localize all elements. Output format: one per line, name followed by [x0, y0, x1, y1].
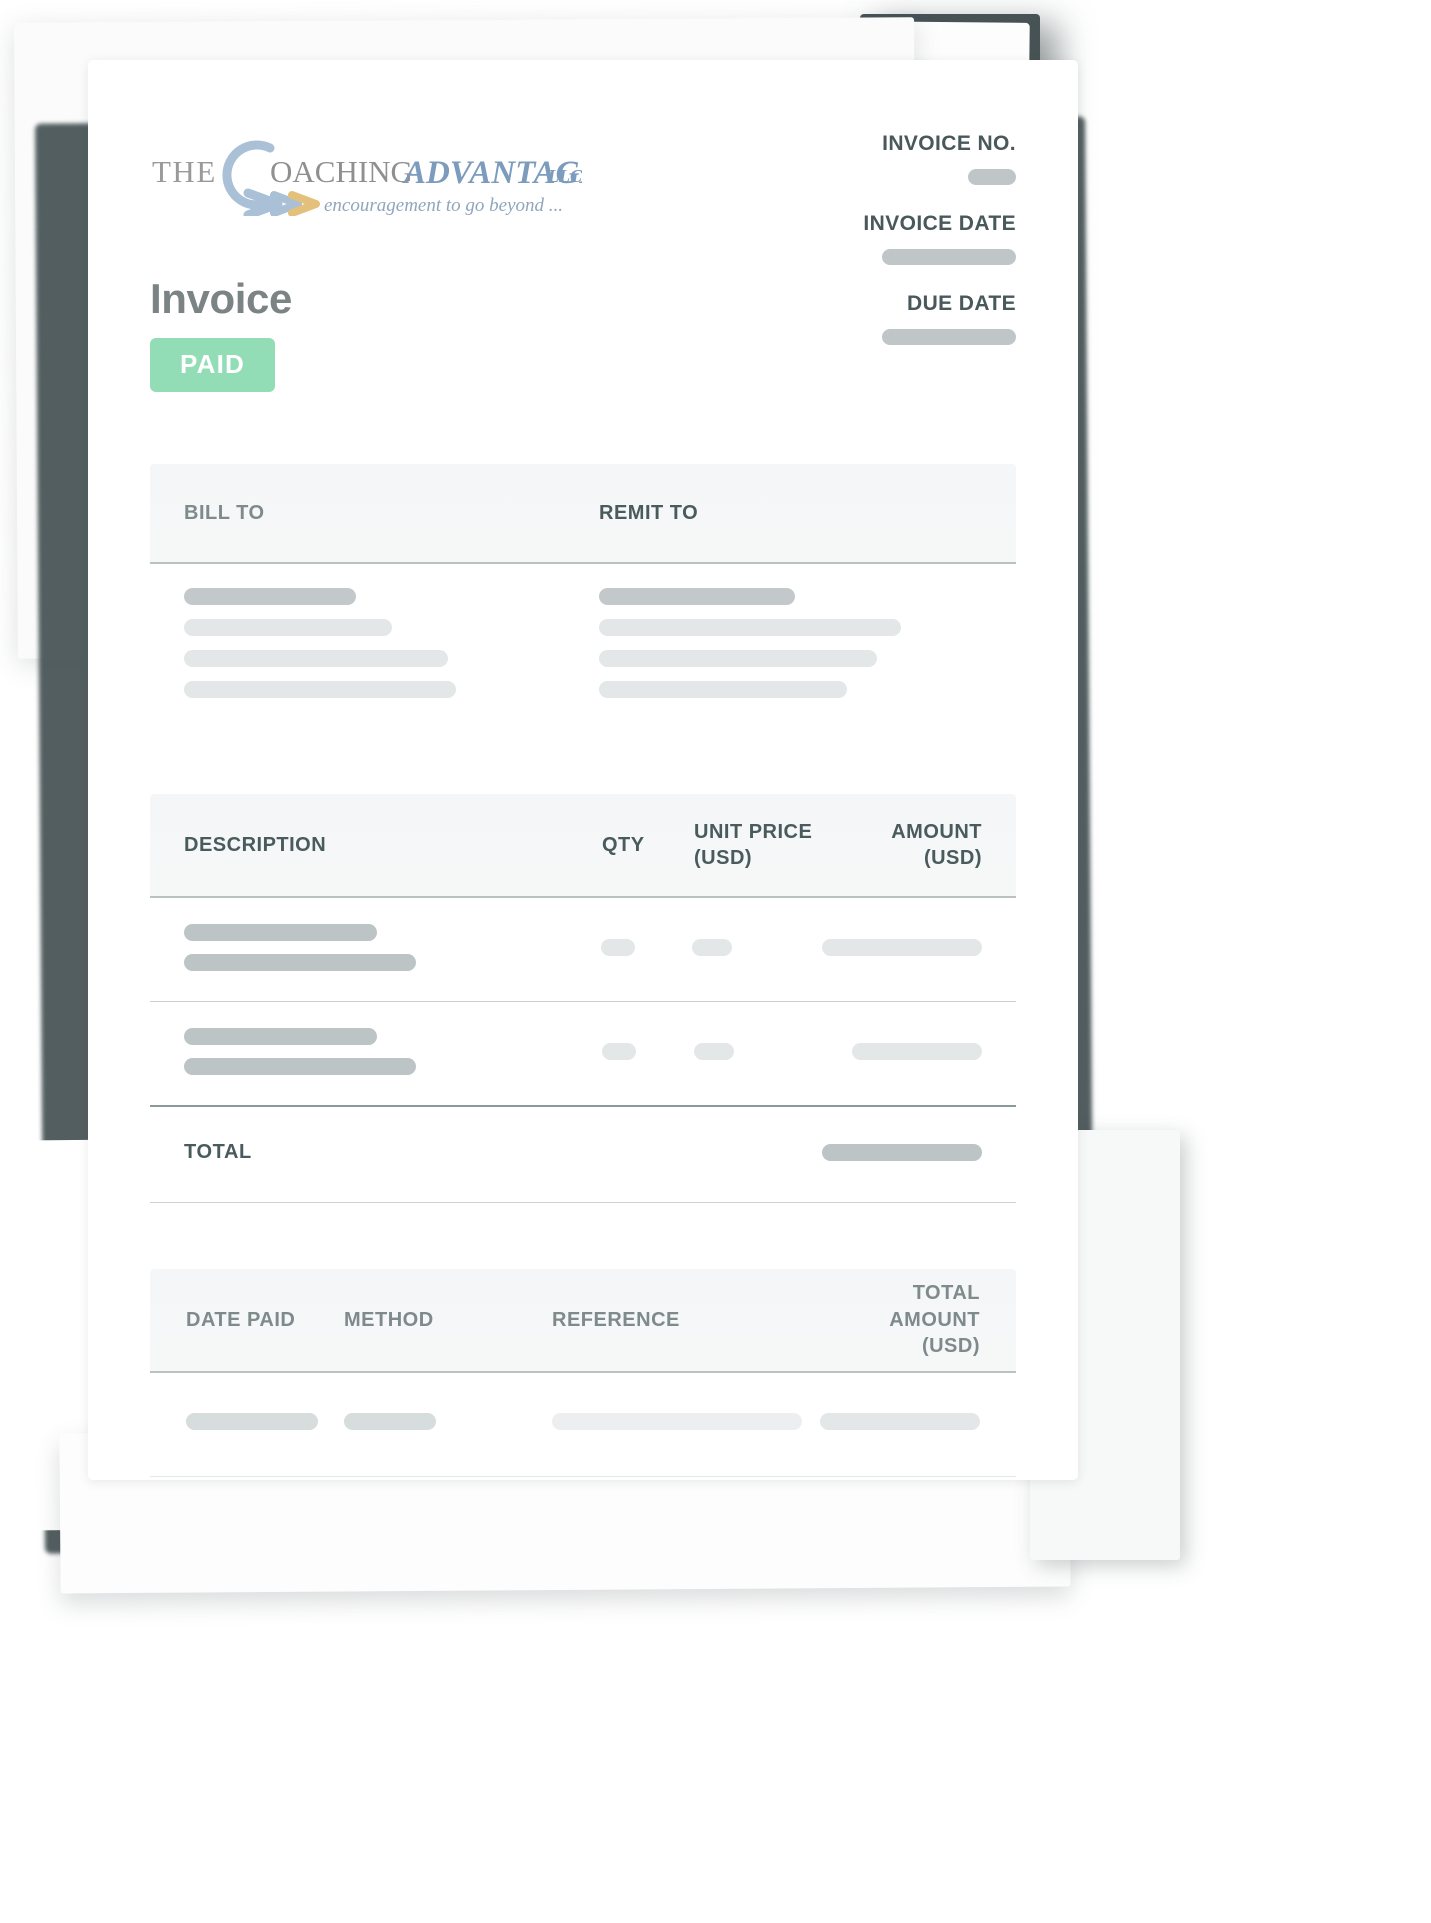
column-header-unit-price: UNIT PRICE (USD)	[694, 819, 824, 872]
invoice-header: THE OACHING ADVANTAGE LLC encouragement …	[150, 60, 1016, 346]
item-qty-placeholder	[600, 939, 693, 956]
invoice-no-value-placeholder	[968, 169, 1016, 186]
placeholder-bar	[602, 1043, 636, 1060]
invoice-stack-scene: THE OACHING ADVANTAGE LLC encouragement …	[0, 0, 1431, 1923]
payment-date-placeholder	[186, 1413, 344, 1430]
payment-method-placeholder	[344, 1413, 552, 1430]
invoice-document: THE OACHING ADVANTAGE LLC encouragement …	[88, 60, 1078, 1480]
page-title: Invoice	[150, 275, 292, 322]
bill-to-address-placeholder	[184, 588, 599, 712]
placeholder-bar	[184, 1058, 416, 1075]
placeholder-bar	[692, 939, 733, 956]
total-amount-text: TOTAL AMOUNT	[889, 1282, 980, 1331]
item-amount-placeholder	[822, 939, 982, 956]
placeholder-bar	[184, 924, 377, 941]
svg-text:OACHING: OACHING	[270, 154, 413, 189]
placeholder-bar	[599, 619, 901, 636]
unit-price-currency: (USD)	[694, 847, 753, 869]
item-description-placeholder	[184, 1028, 602, 1075]
invoice-no-label: INVOICE NO.	[882, 132, 1016, 155]
placeholder-bar	[184, 588, 356, 605]
item-amount-placeholder	[824, 1043, 982, 1060]
placeholder-bar	[599, 650, 877, 667]
placeholder-bar	[184, 954, 416, 971]
invoice-title-block: Invoice PAID	[150, 278, 1016, 392]
parties-header-band: BILL TO REMIT TO	[150, 464, 1016, 564]
total-label: TOTAL	[184, 1141, 252, 1163]
payment-total-placeholder	[820, 1413, 980, 1430]
column-header-total-amount: TOTAL AMOUNT (USD)	[820, 1280, 980, 1359]
total-row: TOTAL	[150, 1107, 1016, 1203]
placeholder-bar	[599, 588, 795, 605]
item-unit-price-placeholder	[694, 1043, 824, 1060]
placeholder-bar	[852, 1043, 982, 1060]
company-logo: THE OACHING ADVANTAGE LLC encouragement …	[152, 138, 582, 216]
bill-to-label: BILL TO	[184, 501, 265, 524]
column-header-amount: AMOUNT (USD)	[824, 819, 982, 872]
parties-body	[150, 564, 1016, 712]
total-value-placeholder	[822, 1144, 982, 1161]
column-header-qty: QTY	[602, 833, 645, 856]
column-header-date-paid: DATE PAID	[186, 1308, 296, 1331]
invoice-date-label: INVOICE DATE	[863, 212, 1016, 236]
unit-price-text: UNIT PRICE	[694, 820, 813, 843]
svg-text:LLC: LLC	[547, 166, 582, 186]
payments-table-header: DATE PAID METHOD REFERENCE TOTAL AMOUNT …	[150, 1269, 1016, 1373]
placeholder-bar	[184, 1028, 377, 1045]
amount-currency: (USD)	[923, 847, 982, 869]
placeholder-bar	[822, 1144, 982, 1161]
table-row	[150, 898, 1016, 1002]
invoice-no-field: INVOICE NO.	[696, 132, 1016, 212]
placeholder-bar	[186, 1413, 318, 1430]
item-unit-price-placeholder	[692, 939, 822, 956]
total-amount-currency: (USD)	[921, 1335, 980, 1358]
item-description-placeholder	[184, 924, 601, 971]
invoice-date-value-placeholder	[882, 249, 1016, 266]
remit-to-address-placeholder	[599, 588, 982, 712]
items-table-header: DESCRIPTION QTY UNIT PRICE (USD) AMOUNT …	[150, 794, 1016, 898]
placeholder-bar	[552, 1413, 802, 1430]
placeholder-bar	[184, 619, 392, 636]
status-badge: PAID	[150, 338, 275, 392]
svg-text:THE: THE	[152, 154, 217, 189]
placeholder-bar	[820, 1413, 980, 1430]
payment-reference-placeholder	[552, 1413, 820, 1430]
item-qty-placeholder	[602, 1043, 694, 1060]
column-header-description: DESCRIPTION	[184, 833, 327, 856]
placeholder-bar	[600, 939, 635, 956]
remit-to-label: REMIT TO	[599, 501, 699, 524]
table-row	[150, 1002, 1016, 1107]
payment-row	[150, 1373, 1016, 1477]
column-header-method: METHOD	[344, 1308, 434, 1331]
column-header-reference: REFERENCE	[552, 1308, 680, 1331]
placeholder-bar	[694, 1043, 734, 1060]
placeholder-bar	[822, 939, 982, 956]
placeholder-bar	[344, 1413, 436, 1430]
placeholder-bar	[184, 650, 448, 667]
svg-text:encouragement to go beyond ...: encouragement to go beyond ...	[324, 195, 563, 216]
placeholder-bar	[599, 681, 847, 698]
amount-text: AMOUNT	[891, 820, 982, 843]
placeholder-bar	[184, 681, 456, 698]
